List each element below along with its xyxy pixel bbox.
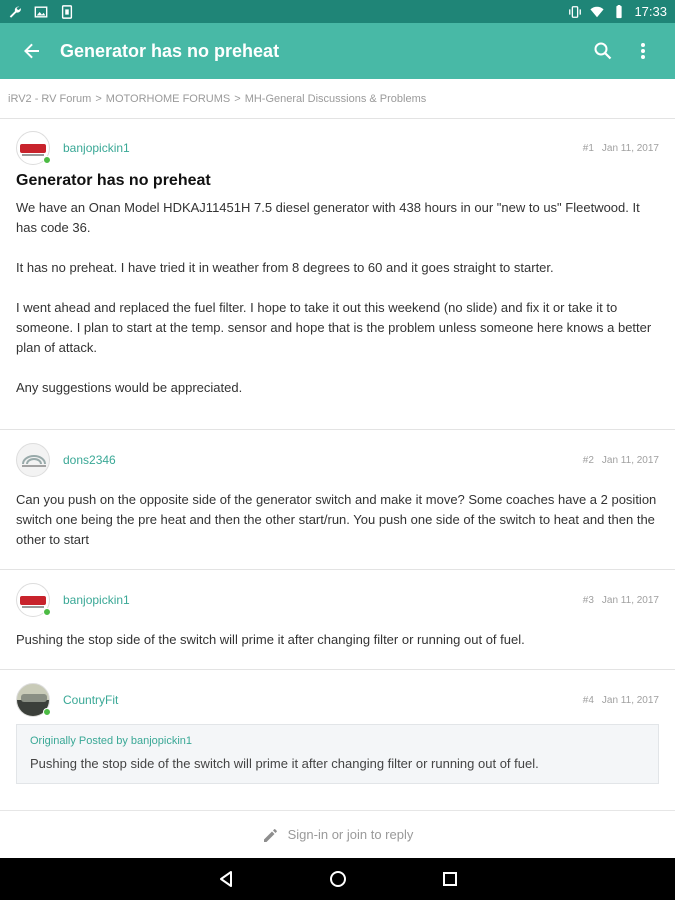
quote-body: Pushing the stop side of the switch will… xyxy=(30,756,539,771)
quote-block: Originally Posted by banjopickin1 Pushin… xyxy=(16,724,659,784)
post-body: We have an Onan Model HDKAJ11451H 7.5 di… xyxy=(16,198,659,398)
post-paragraph: I went ahead and replaced the fuel filte… xyxy=(16,300,652,355)
post-username[interactable]: banjopickin1 xyxy=(63,593,130,607)
page-title: Generator has no preheat xyxy=(60,40,280,61)
app-bar: Generator has no preheat xyxy=(0,23,675,79)
pencil-icon xyxy=(263,828,277,842)
vibrate-icon xyxy=(569,5,582,18)
reply-bar[interactable]: Sign-in or join to reply xyxy=(0,810,675,858)
post-number[interactable]: #1 xyxy=(583,143,594,154)
post-paragraph: Can you push on the opposite side of the… xyxy=(16,492,657,547)
post-paragraph: Pushing the stop side of the switch will… xyxy=(16,632,525,647)
post-paragraph: Any suggestions would be appreciated. xyxy=(16,380,243,395)
avatar[interactable] xyxy=(16,443,50,477)
back-button[interactable] xyxy=(4,23,60,79)
search-icon xyxy=(594,42,612,60)
system-nav-bar xyxy=(0,858,675,900)
nav-recents-icon xyxy=(442,872,457,886)
post-2: dons2346 #2 Jan 11, 2017 Can you push on… xyxy=(0,440,675,570)
image-icon xyxy=(34,5,48,18)
post-paragraph: It has no preheat. I have tried it in we… xyxy=(16,260,554,275)
breadcrumb-item-motorhome-forums[interactable]: MOTORHOME FORUMS xyxy=(106,93,230,105)
reply-label: Sign-in or join to reply xyxy=(287,827,414,842)
post-paragraph: We have an Onan Model HDKAJ11451H 7.5 di… xyxy=(16,200,640,235)
nav-back-icon xyxy=(219,871,232,887)
wifi-icon xyxy=(590,6,605,17)
post-body: Can you push on the opposite side of the… xyxy=(16,490,659,550)
overflow-menu-button[interactable] xyxy=(623,23,663,79)
post-number[interactable]: #3 xyxy=(583,595,594,606)
post-date: Jan 11, 2017 xyxy=(601,594,659,606)
post-title: Generator has no preheat xyxy=(16,172,211,189)
post-date: Jan 11, 2017 xyxy=(601,454,659,466)
arrow-back-icon xyxy=(24,43,39,59)
post-body: Pushing the stop side of the switch will… xyxy=(16,630,659,650)
search-button[interactable] xyxy=(583,23,623,79)
quote-header[interactable]: Originally Posted by banjopickin1 xyxy=(30,735,645,747)
post-4: CountryFit #4 Jan 11, 2017 Originally Po… xyxy=(0,680,675,810)
sim-icon xyxy=(61,4,73,19)
wrench-icon xyxy=(9,6,21,18)
post-username[interactable]: CountryFit xyxy=(63,693,118,707)
post-number[interactable]: #4 xyxy=(583,695,594,706)
online-indicator xyxy=(43,708,51,716)
status-time: 17:33 xyxy=(634,4,667,19)
post-3: banjopickin1 #3 Jan 11, 2017 Pushing the… xyxy=(0,580,675,670)
post-1: banjopickin1 #1 Jan 11, 2017 Generator h… xyxy=(0,128,675,430)
nav-home-icon xyxy=(329,871,346,887)
breadcrumb-item-forum[interactable]: iRV2 - RV Forum xyxy=(8,93,91,105)
avatar[interactable] xyxy=(16,583,51,617)
avatar[interactable] xyxy=(16,131,51,165)
nav-home-button[interactable] xyxy=(327,868,349,890)
post-username[interactable]: dons2346 xyxy=(63,453,116,467)
status-bar: 17:33 xyxy=(0,0,675,23)
post-username[interactable]: banjopickin1 xyxy=(63,141,130,155)
breadcrumb-item-general-discussions[interactable]: MH-General Discussions & Problems xyxy=(245,93,427,105)
post-date: Jan 11, 2017 xyxy=(601,694,659,706)
avatar[interactable] xyxy=(16,683,51,717)
more-vert-icon xyxy=(641,43,645,59)
breadcrumb-separator: > xyxy=(234,92,241,105)
breadcrumb-separator: > xyxy=(95,92,102,105)
breadcrumb: iRV2 - RV Forum > MOTORHOME FORUMS > MH-… xyxy=(0,79,675,119)
nav-back-button[interactable] xyxy=(215,868,237,890)
post-number[interactable]: #2 xyxy=(583,455,594,466)
post-date: Jan 11, 2017 xyxy=(601,142,659,154)
online-indicator xyxy=(43,608,51,616)
nav-recents-button[interactable] xyxy=(439,868,461,890)
battery-icon xyxy=(616,4,623,18)
online-indicator xyxy=(43,156,51,164)
